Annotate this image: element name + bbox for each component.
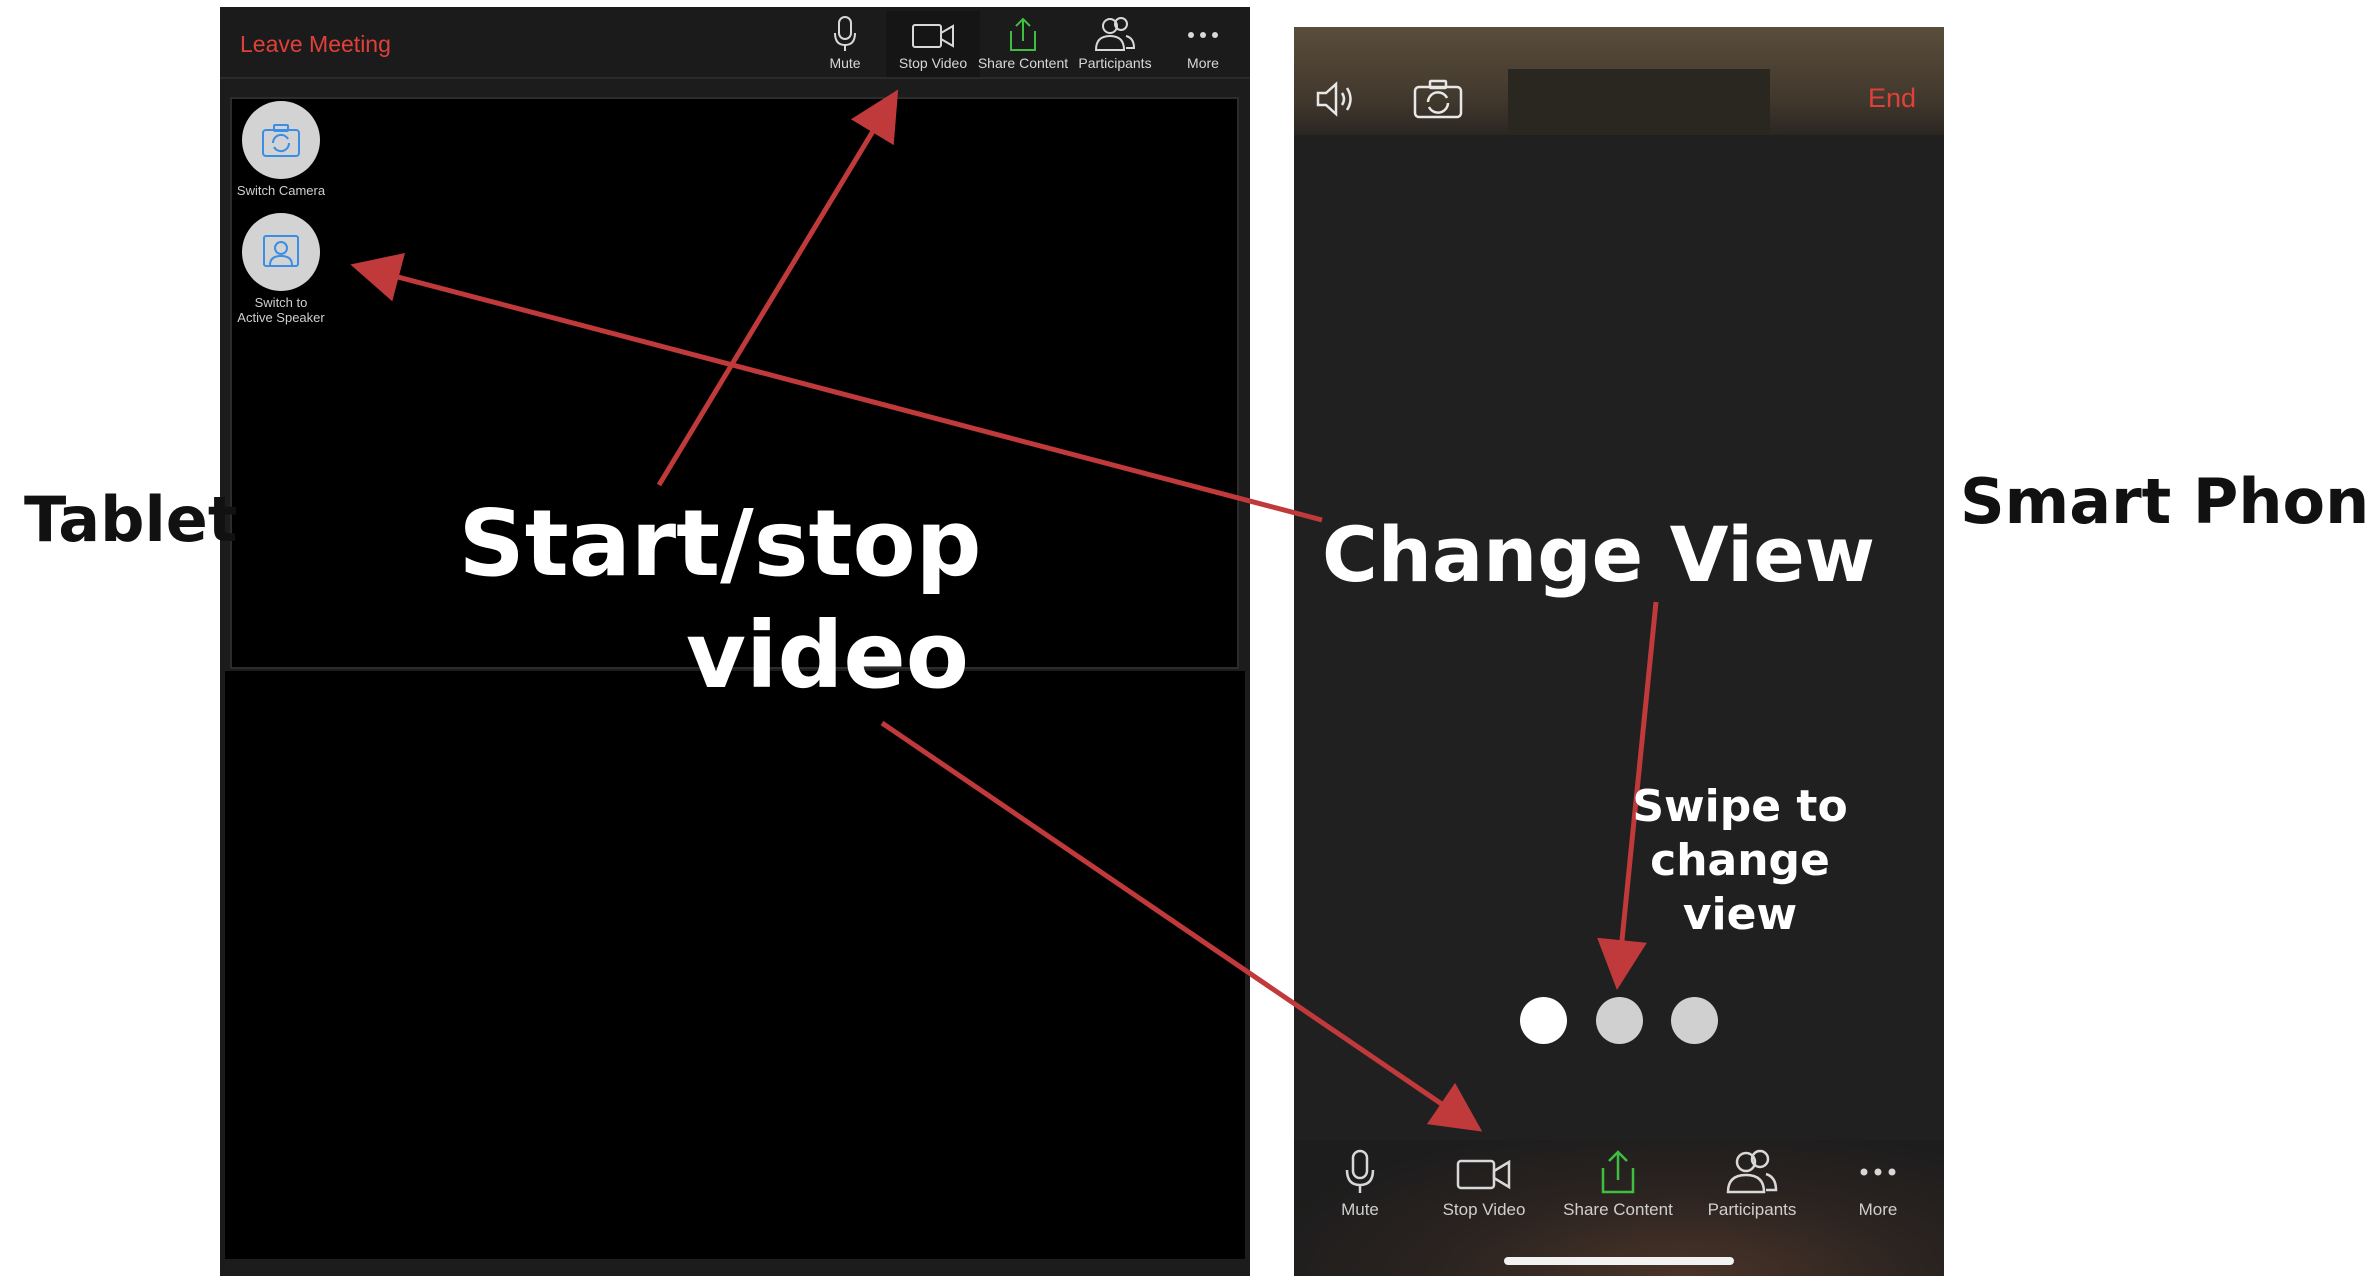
start-stop-video-callout: Start/stop video: [420, 488, 1020, 712]
arrow-start-stop-to-tablet-video: [656, 89, 899, 487]
arrow-change-view-to-tablet-speaker: [350, 252, 1323, 523]
swipe-line-3: view: [1682, 889, 1798, 940]
arrow-start-stop-to-phone-video: [880, 720, 1483, 1132]
tablet-caption: Tablet: [24, 483, 238, 556]
swipe-line-2: change: [1650, 835, 1830, 886]
swipe-line-1: Swipe to: [1632, 781, 1848, 832]
annotation-arrows: [350, 89, 1659, 1132]
swipe-callout: Swipe to change view: [1590, 780, 1890, 942]
start-stop-line-2: video: [686, 602, 969, 709]
start-stop-line-1: Start/stop: [458, 490, 982, 597]
change-view-callout: Change View: [1322, 510, 1875, 599]
smart-phone-caption: Smart Phone: [1960, 465, 2366, 538]
